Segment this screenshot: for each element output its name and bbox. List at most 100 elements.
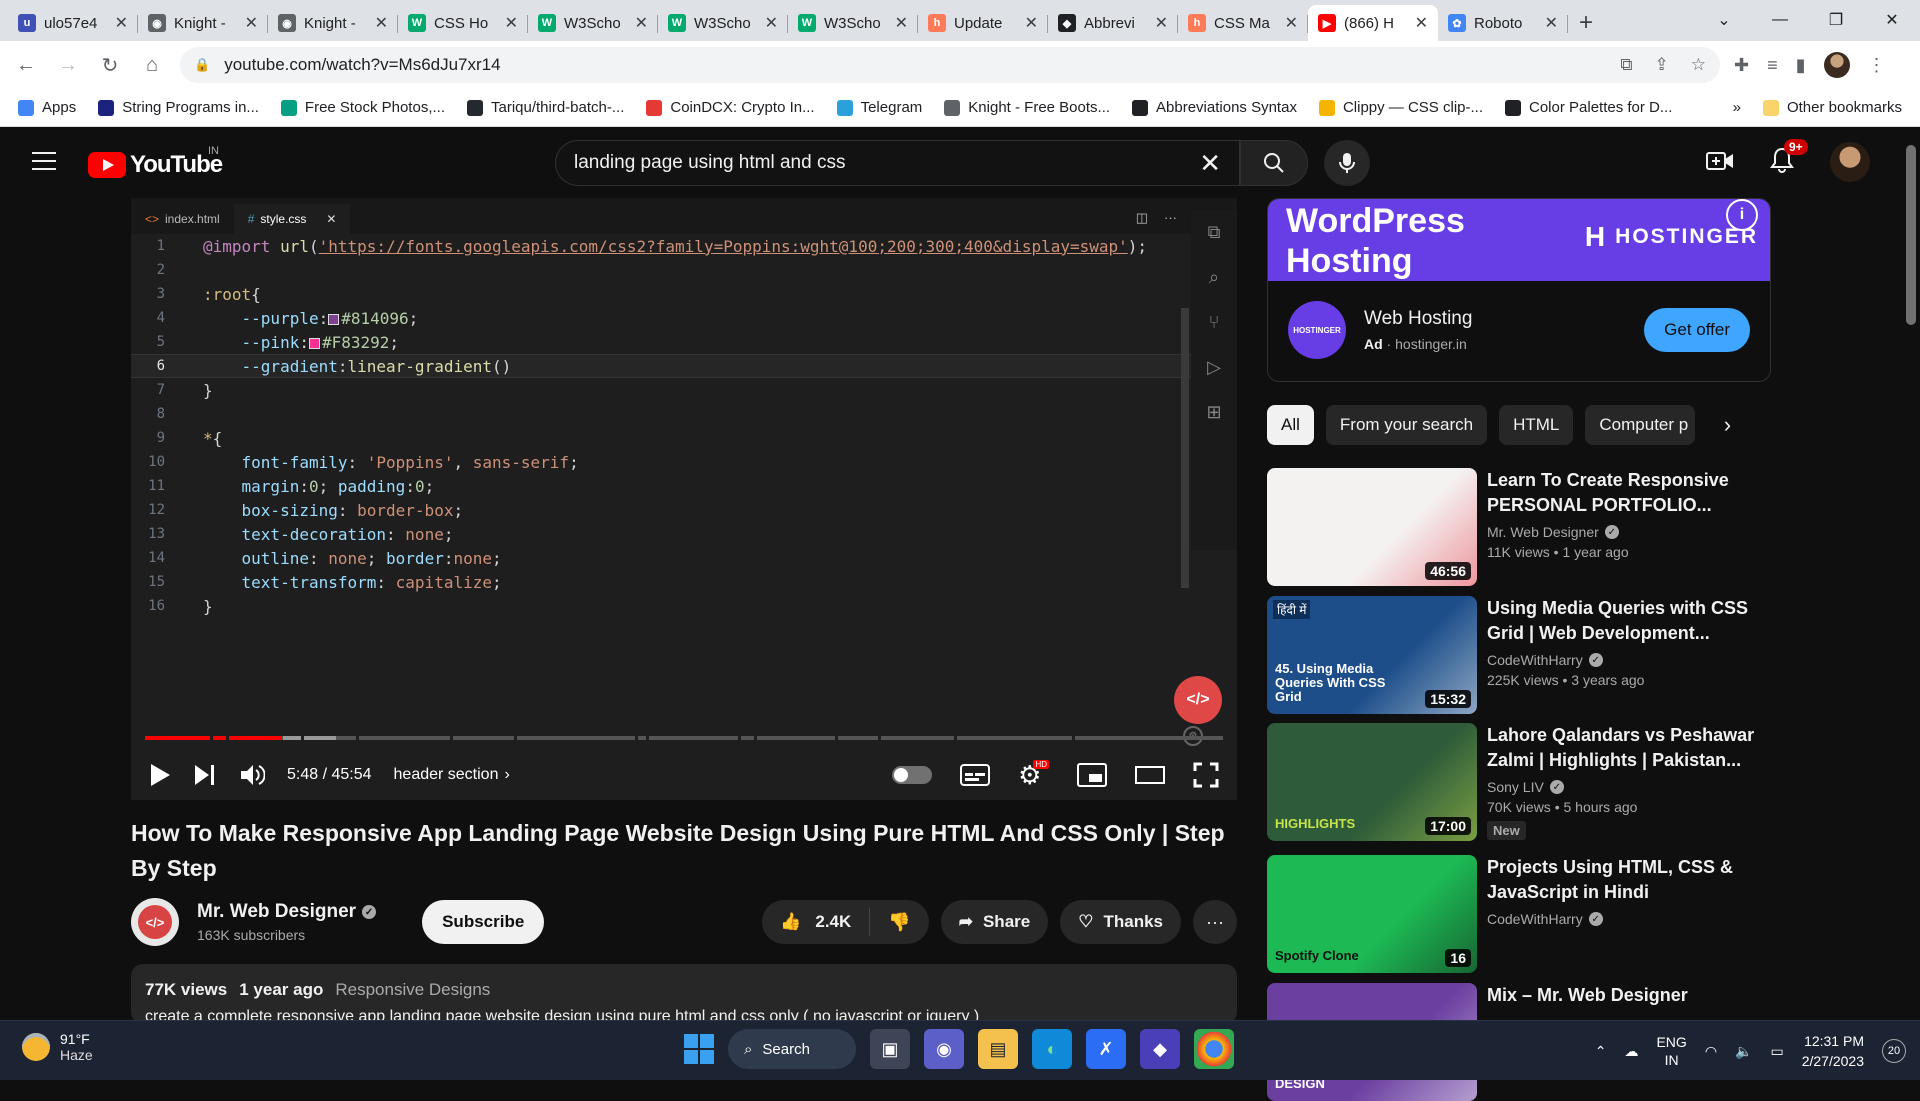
wifi-icon[interactable]: ◠ xyxy=(1705,1043,1717,1060)
forward-button[interactable]: → xyxy=(54,51,82,79)
speaker-icon[interactable]: 🔈 xyxy=(1735,1043,1752,1060)
weather-widget[interactable]: 91°F Haze xyxy=(22,1031,93,1063)
bookmark-item[interactable]: String Programs in... xyxy=(98,99,259,116)
rec-title[interactable]: Projects Using HTML, CSS & JavaScript in… xyxy=(1487,855,1771,905)
search-button[interactable] xyxy=(1240,140,1308,186)
video-thumbnail[interactable]: हिंदी में 45. Using Media Queries With CS… xyxy=(1267,596,1477,714)
edge-browser-icon[interactable]: ◐ xyxy=(1032,1029,1072,1069)
play-icon[interactable] xyxy=(149,763,171,787)
recommended-video[interactable]: 46:56 Learn To Create Responsive PERSONA… xyxy=(1267,468,1771,586)
close-tab-icon[interactable]: ✕ xyxy=(1545,13,1558,33)
create-video-icon[interactable] xyxy=(1706,150,1734,174)
notifications-button[interactable]: 9+ xyxy=(1770,138,1808,178)
language-indicator[interactable]: ENG IN xyxy=(1656,1033,1686,1069)
new-tab-button[interactable]: + xyxy=(1568,5,1604,41)
video-player[interactable]: <> index.html # style.css ✕ ◫ ··· 1 @impo… xyxy=(131,198,1237,800)
clear-search-icon[interactable]: ✕ xyxy=(1199,148,1221,179)
close-tab-icon[interactable]: ✕ xyxy=(1285,13,1298,33)
miniplayer-icon[interactable] xyxy=(1077,763,1107,787)
fullscreen-icon[interactable] xyxy=(1193,762,1219,788)
share-icon[interactable]: ⇪ xyxy=(1655,55,1669,75)
account-avatar[interactable] xyxy=(1830,142,1870,182)
browser-tab[interactable]: W W3Scho ✕ xyxy=(788,5,918,41)
youtube-logo[interactable]: YouTube IN xyxy=(88,145,223,179)
chevron-right-icon[interactable]: › xyxy=(1707,405,1747,445)
channel-watermark[interactable]: </> xyxy=(1174,676,1222,724)
close-tab-icon[interactable]: ✕ xyxy=(895,13,908,33)
more-bookmarks-button[interactable]: » xyxy=(1733,99,1741,116)
video-thumbnail[interactable]: 46:56 xyxy=(1267,468,1477,586)
bookmark-item[interactable]: Tariqu/third-batch-... xyxy=(466,99,624,116)
browser-tab[interactable]: h Update ✕ xyxy=(918,5,1048,41)
bookmark-item[interactable]: Free Stock Photos,... xyxy=(280,99,445,116)
settings-button[interactable]: ⚙HD xyxy=(1018,759,1049,791)
ad-title[interactable]: Web Hosting xyxy=(1364,308,1472,330)
bookmark-item[interactable]: CoinDCX: Crypto In... xyxy=(646,99,815,116)
browser-tab[interactable]: ✿ Roboto ✕ xyxy=(1438,5,1568,41)
reload-button[interactable]: ↻ xyxy=(96,51,124,79)
other-bookmarks-folder[interactable]: Other bookmarks xyxy=(1762,99,1902,116)
browser-tab[interactable]: W W3Scho ✕ xyxy=(528,5,658,41)
thanks-button[interactable]: ♡ Thanks xyxy=(1060,900,1181,944)
rec-title[interactable]: Using Media Queries with CSS Grid | Web … xyxy=(1487,596,1771,646)
menu-icon[interactable] xyxy=(32,152,56,170)
side-panel-icon[interactable]: ▮ xyxy=(1796,55,1806,76)
notification-center-badge[interactable]: 20 xyxy=(1882,1039,1906,1063)
file-explorer-icon[interactable]: ▤ xyxy=(978,1029,1018,1069)
subtitles-icon[interactable] xyxy=(960,764,991,786)
close-tab-icon[interactable]: ✕ xyxy=(635,13,648,33)
close-tab-icon[interactable]: ✕ xyxy=(245,13,258,33)
tab-search-icon[interactable]: ⌄ xyxy=(1696,0,1752,40)
browser-tab[interactable]: h CSS Ma ✕ xyxy=(1178,5,1308,41)
app-launcher-icon[interactable]: ◆ xyxy=(1140,1029,1180,1069)
close-window-button[interactable]: ✕ xyxy=(1864,0,1920,40)
bookmark-item[interactable]: Telegram xyxy=(836,99,922,116)
advertiser-logo[interactable]: HOSTINGER xyxy=(1288,301,1346,359)
back-button[interactable]: ← xyxy=(12,51,40,79)
bookmark-item[interactable]: Apps xyxy=(18,99,76,116)
more-actions-button[interactable]: ··· xyxy=(1193,900,1237,944)
battery-icon[interactable]: ▭ xyxy=(1770,1043,1783,1060)
chip-all[interactable]: All xyxy=(1267,405,1314,445)
progress-bar[interactable] xyxy=(145,736,1223,740)
get-offer-button[interactable]: Get offer xyxy=(1644,308,1750,352)
chip-computer-programming[interactable]: Computer p xyxy=(1585,405,1696,445)
maximize-button[interactable]: ❐ xyxy=(1808,0,1864,40)
rec-title[interactable]: Lahore Qalandars vs Peshawar Zalmi | Hig… xyxy=(1487,723,1771,773)
video-thumbnail[interactable]: HIGHLIGHTS 17:00 xyxy=(1267,723,1477,841)
like-button[interactable]: 👍 2.4K xyxy=(762,908,871,936)
ad-info-icon[interactable]: i xyxy=(1726,199,1758,231)
browser-tab[interactable]: ◉ Knight - ✕ xyxy=(268,5,398,41)
hashtag-link[interactable]: Responsive Designs xyxy=(335,980,490,1000)
share-button[interactable]: ➦ Share xyxy=(940,900,1049,944)
reading-list-icon[interactable]: ≡ xyxy=(1767,55,1778,76)
rec-channel[interactable]: CodeWithHarry xyxy=(1487,652,1583,668)
recommended-video[interactable]: Spotify Clone 16 Projects Using HTML, CSS… xyxy=(1267,855,1771,973)
show-hidden-icons-icon[interactable]: ⌃ xyxy=(1595,1043,1607,1060)
channel-avatar[interactable]: </> xyxy=(131,898,179,946)
dislike-button[interactable]: 👎 xyxy=(870,912,928,933)
close-tab-icon[interactable]: ✕ xyxy=(1025,13,1038,33)
visual-studio-code-icon[interactable]: ✗ xyxy=(1086,1029,1126,1069)
browser-tab[interactable]: ◆ Abbrevi ✕ xyxy=(1048,5,1178,41)
browser-tab[interactable]: W CSS Ho ✕ xyxy=(398,5,528,41)
search-input[interactable]: landing page using html and css ✕ xyxy=(555,140,1240,186)
browser-tab[interactable]: ◉ Knight - ✕ xyxy=(138,5,268,41)
rec-channel[interactable]: CodeWithHarry xyxy=(1487,911,1583,927)
browser-tab[interactable]: W W3Scho ✕ xyxy=(658,5,788,41)
close-tab-icon[interactable]: ✕ xyxy=(1415,13,1428,33)
ad-card[interactable]: WordPress Hosting H HOSTINGER i HOSTINGE… xyxy=(1267,198,1771,382)
extensions-icon[interactable]: ✚ xyxy=(1734,55,1749,76)
rec-title[interactable]: Learn To Create Responsive PERSONAL PORT… xyxy=(1487,468,1771,518)
chip-from-your-search[interactable]: From your search xyxy=(1325,405,1488,445)
windows-start-icon[interactable] xyxy=(684,1034,714,1064)
bookmark-star-icon[interactable]: ☆ xyxy=(1691,55,1706,75)
close-tab-icon[interactable]: ✕ xyxy=(1155,13,1168,33)
browser-tab[interactable]: ▶ (866) H ✕ xyxy=(1308,5,1438,41)
chrome-icon[interactable] xyxy=(1194,1029,1234,1069)
chrome-menu-icon[interactable]: ⋮ xyxy=(1868,55,1886,76)
page-scrollbar[interactable] xyxy=(1906,145,1916,325)
autoplay-toggle[interactable] xyxy=(892,766,933,784)
minimize-button[interactable]: — xyxy=(1752,0,1808,40)
home-button[interactable]: ⌂ xyxy=(138,51,166,79)
